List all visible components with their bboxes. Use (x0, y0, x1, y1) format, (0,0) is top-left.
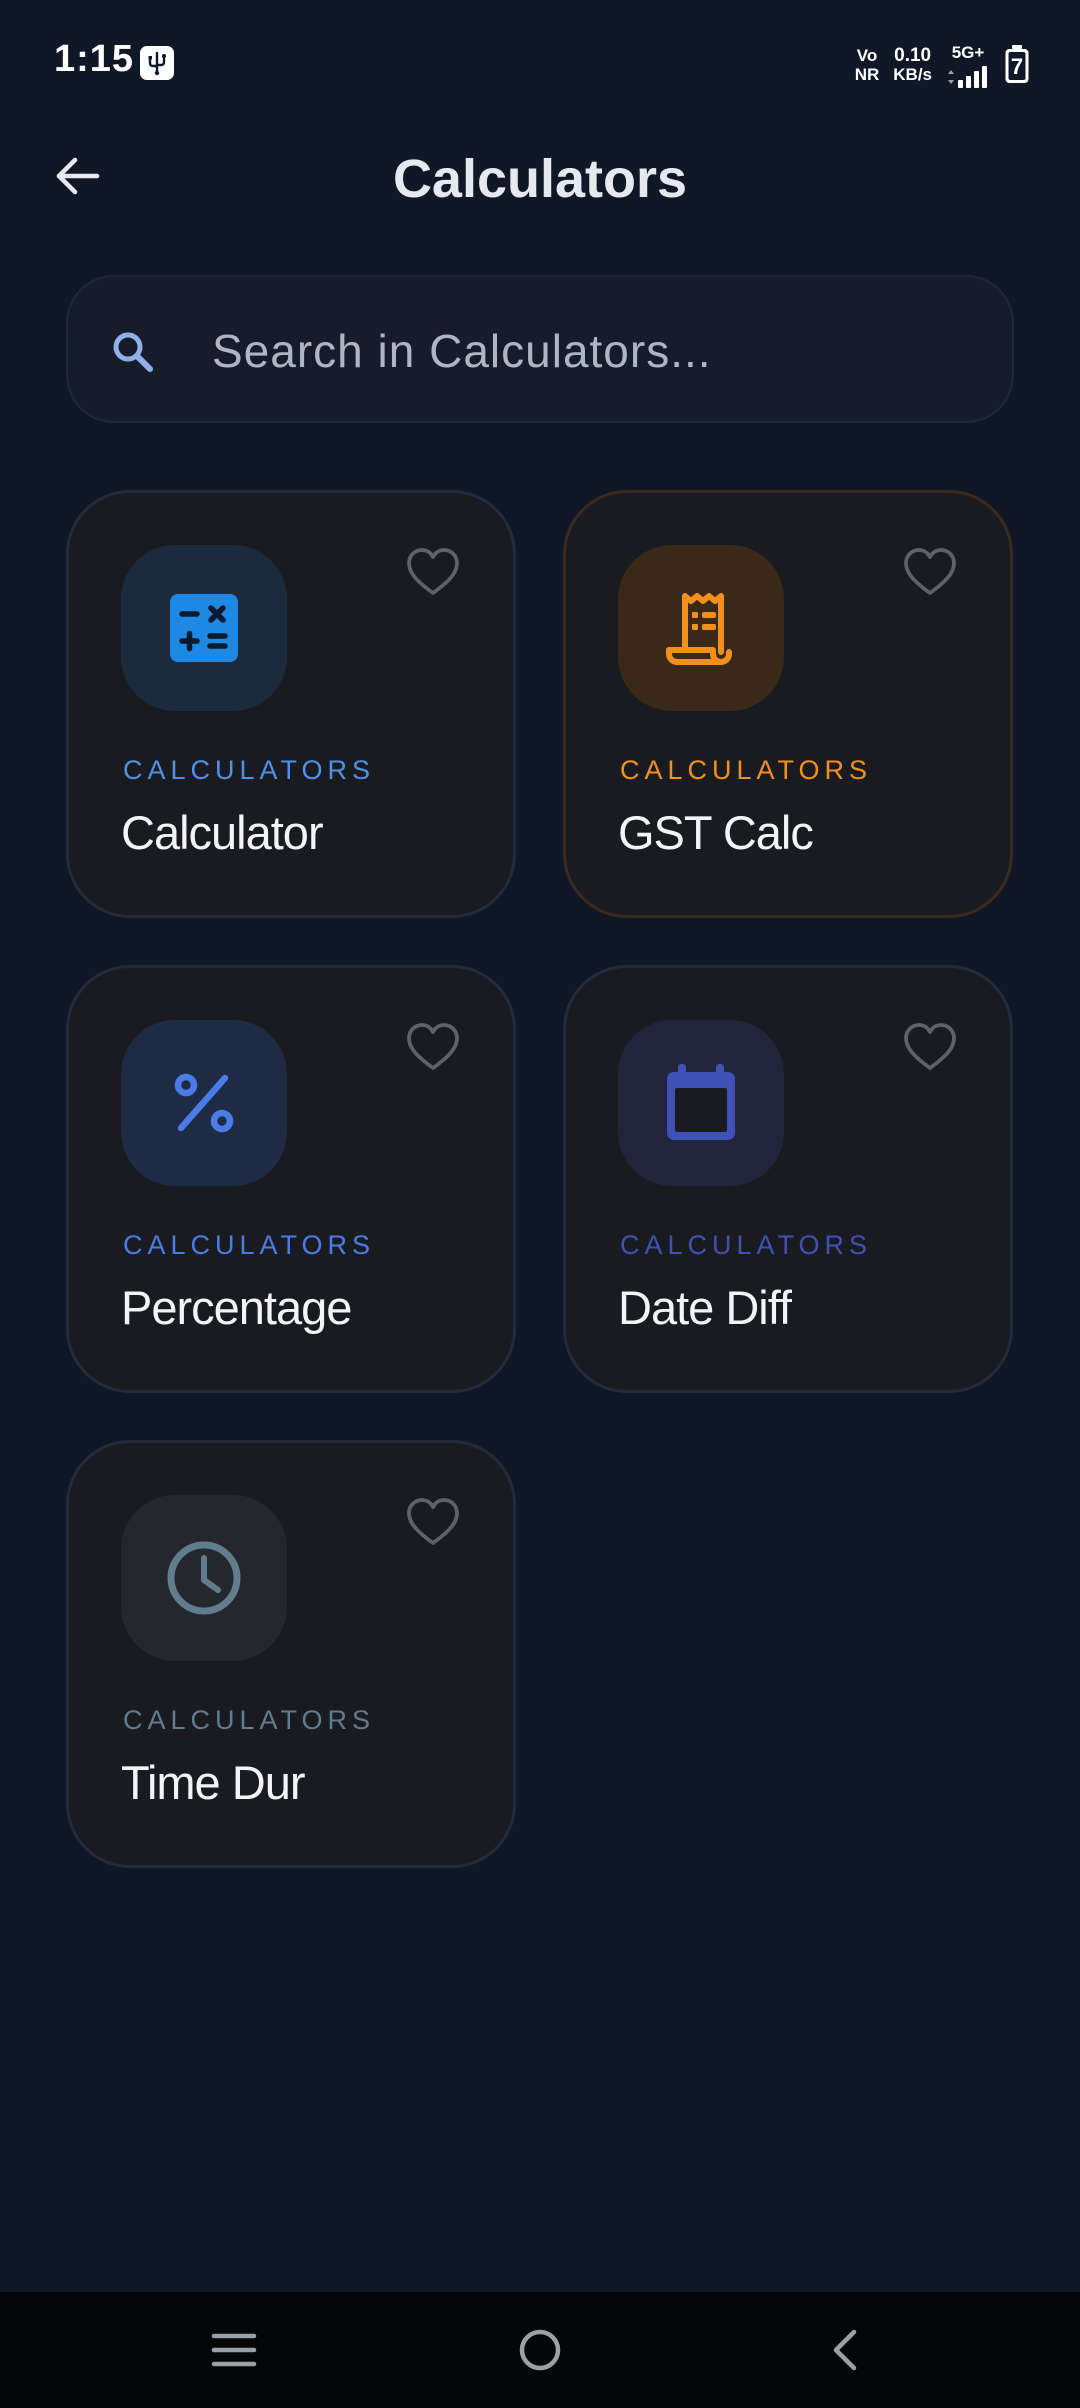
heart-icon[interactable] (405, 1020, 461, 1076)
card-title: Calculator (121, 806, 324, 859)
screen: 1:15 Vo NR 0.10 KB/s 5G+ 7 Calculators S… (0, 0, 1080, 2408)
speed-value: 0.10 (894, 45, 932, 66)
card-gst-calc[interactable]: CALCULATORS GST Calc (563, 490, 1013, 918)
status-indicators: Vo NR 0.10 KB/s 5G+ 7 (855, 40, 1030, 90)
menu-icon (211, 2333, 257, 2367)
search-icon (113, 332, 153, 372)
speed-unit: KB/s (893, 65, 932, 84)
heart-icon[interactable] (405, 545, 461, 601)
recents-button[interactable] (198, 2314, 270, 2386)
search-bar[interactable] (66, 275, 1014, 423)
heart-icon[interactable] (902, 545, 958, 601)
signal-icon (946, 65, 990, 88)
battery-icon: 7 (1004, 45, 1030, 85)
card-title: GST Calc (618, 806, 814, 859)
icon-tile (121, 1495, 287, 1661)
volte-top: Vo (856, 46, 878, 65)
icon-tile (618, 545, 784, 711)
network-type: 5G+ (946, 43, 990, 88)
card-date-diff[interactable]: CALCULATORS Date Diff (563, 965, 1013, 1393)
network-speed: 0.10 KB/s (893, 46, 932, 84)
icon-tile (121, 1020, 287, 1186)
card-percentage[interactable]: CALCULATORS Percentage (66, 965, 516, 1393)
card-category: CALCULATORS (123, 755, 376, 785)
card-title: Time Dur (121, 1756, 305, 1809)
card-category: CALCULATORS (620, 1230, 873, 1260)
icon-tile (121, 545, 287, 711)
heart-icon[interactable] (902, 1020, 958, 1076)
search-input[interactable] (212, 317, 912, 385)
icon-tile (618, 1020, 784, 1186)
volte-bottom: NR (854, 65, 880, 84)
clock-icon (167, 1541, 241, 1615)
home-button[interactable] (504, 2314, 576, 2386)
receipt-icon (666, 593, 732, 665)
usb-icon (140, 46, 174, 80)
app-header: Calculators (0, 130, 1080, 230)
network-label: 5G+ (951, 42, 985, 62)
page-title: Calculators (392, 149, 688, 209)
calendar-icon (667, 1064, 735, 1140)
card-category: CALCULATORS (123, 1705, 376, 1735)
battery-level: 7 (1010, 54, 1024, 79)
percent-icon (174, 1073, 234, 1133)
status-bar: 1:15 Vo NR 0.10 KB/s 5G+ 7 (0, 0, 1080, 130)
card-title: Percentage (121, 1281, 352, 1334)
card-category: CALCULATORS (620, 755, 873, 785)
back-icon (833, 2329, 857, 2371)
status-time: 1:15 (54, 38, 135, 80)
card-title: Date Diff (618, 1281, 792, 1334)
card-time-dur[interactable]: CALCULATORS Time Dur (66, 1440, 516, 1868)
card-category: CALCULATORS (123, 1230, 376, 1260)
heart-icon[interactable] (405, 1495, 461, 1551)
volte-indicator: Vo NR (855, 46, 880, 84)
system-back-button[interactable] (810, 2314, 882, 2386)
home-icon (519, 2329, 561, 2371)
calculator-icon (170, 594, 238, 662)
card-calculator[interactable]: CALCULATORS Calculator (66, 490, 516, 918)
system-nav-bar (0, 2292, 1080, 2408)
